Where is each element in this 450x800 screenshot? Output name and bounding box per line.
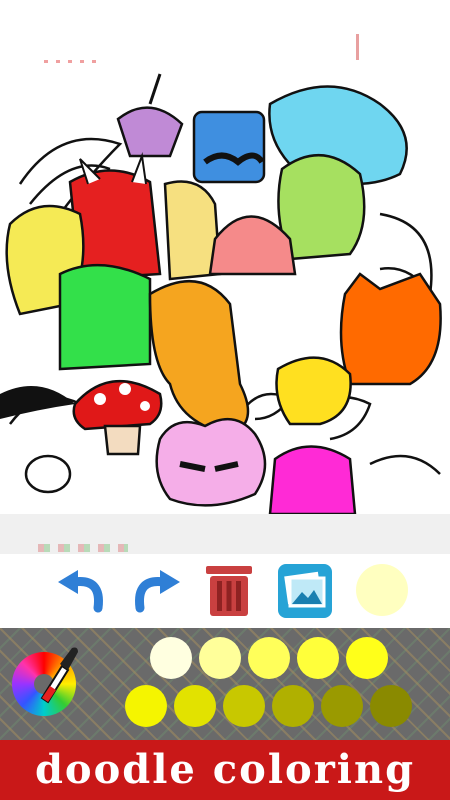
palette-swatch[interactable] (150, 637, 192, 679)
palette-swatch[interactable] (199, 637, 241, 679)
palette-swatch[interactable] (321, 685, 363, 727)
color-palette (0, 628, 450, 740)
app-title: doodle coloring (34, 746, 416, 793)
decorative-dashes (44, 60, 104, 63)
photo-gallery-icon (278, 564, 332, 618)
clear-button[interactable] (200, 562, 258, 620)
palette-swatch[interactable] (272, 685, 314, 727)
gallery-button[interactable] (276, 562, 334, 620)
decorative-tick (356, 34, 359, 60)
redo-arrow-icon (135, 570, 180, 613)
decorative-ornament (38, 544, 128, 552)
trash-can-icon (206, 566, 252, 616)
current-color-swatch[interactable] (356, 564, 408, 616)
doodle-artwork[interactable] (0, 64, 450, 514)
palette-swatch[interactable] (297, 637, 339, 679)
redo-button[interactable] (128, 562, 186, 620)
palette-swatch[interactable] (370, 685, 412, 727)
palette-swatch[interactable] (346, 637, 388, 679)
canvas-footer-strip (0, 514, 450, 554)
palette-swatch[interactable] (248, 637, 290, 679)
undo-arrow-icon (58, 570, 103, 613)
palette-swatch[interactable] (125, 685, 167, 727)
undo-button[interactable] (52, 562, 110, 620)
palette-swatch[interactable] (223, 685, 265, 727)
color-wheel-button[interactable] (12, 652, 76, 716)
app-banner: doodle coloring (0, 740, 450, 800)
coloring-canvas[interactable] (0, 64, 450, 514)
palette-swatch[interactable] (174, 685, 216, 727)
top-bar (0, 0, 450, 64)
